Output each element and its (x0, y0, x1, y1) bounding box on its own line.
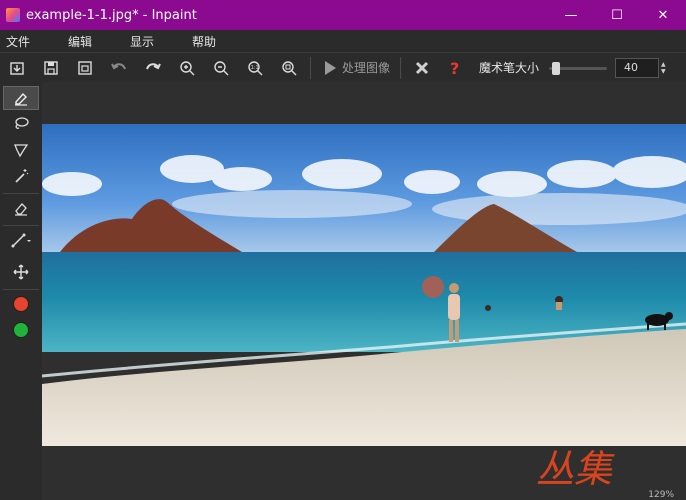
fit-window-button[interactable] (272, 54, 306, 82)
save-button[interactable] (34, 54, 68, 82)
tool-divider (3, 289, 39, 290)
process-image-label: 处理图像 (342, 61, 391, 75)
beach-photo-image (42, 124, 686, 446)
undo-icon (111, 62, 126, 69)
zoom-in-icon (180, 60, 195, 75)
lasso-icon (15, 117, 29, 129)
background-color-swatch (13, 322, 29, 338)
close-button[interactable]: ✕ (640, 0, 686, 30)
help-question-icon: ? (450, 59, 459, 77)
brush-size-input[interactable]: 40 (615, 57, 660, 78)
magic-wand-tool[interactable] (3, 164, 39, 188)
save-icon (44, 60, 58, 75)
open-button[interactable] (0, 54, 34, 82)
process-image-button[interactable]: 处理图像 (315, 54, 396, 82)
marker-icon (15, 92, 27, 106)
save-as-icon (78, 60, 92, 75)
line-icon (11, 233, 31, 248)
zoom-in-button[interactable] (170, 54, 204, 82)
actual-size-button[interactable]: 1:1 (238, 54, 272, 82)
open-file-icon (10, 61, 24, 75)
menu-bar: 文件 编辑 显示 帮助 (0, 30, 686, 52)
cancel-button[interactable] (405, 54, 439, 82)
brush-size-label: 魔术笔大小 (479, 61, 540, 75)
toolbar-separator (310, 56, 311, 79)
foreground-color-button[interactable] (3, 292, 39, 316)
menu-edit[interactable]: 编辑 (62, 33, 109, 50)
help-button[interactable]: ? (439, 54, 473, 82)
title-bar: example-1-1.jpg* - Inpaint — ☐ ✕ (0, 0, 686, 30)
menu-file[interactable]: 文件 (0, 33, 47, 50)
polygon-lasso-tool[interactable] (3, 138, 39, 162)
undo-button[interactable] (102, 54, 136, 82)
spin-down-icon[interactable]: ▼ (661, 68, 666, 75)
brush-size-slider[interactable] (549, 61, 608, 75)
main-toolbar: 1:1 处理图像 ? 魔术笔大小 40 ▲ ▼ (0, 52, 686, 82)
zoom-out-icon (214, 60, 229, 75)
menu-help[interactable]: 帮助 (186, 33, 233, 50)
save-as-button[interactable] (68, 54, 102, 82)
tool-panel (0, 82, 42, 500)
tool-divider (3, 193, 39, 194)
eraser-icon (15, 203, 27, 216)
brush-cursor (422, 276, 444, 298)
svg-text:1:1: 1:1 (251, 65, 259, 71)
polygon-lasso-icon (14, 144, 29, 158)
redo-button[interactable] (136, 54, 170, 82)
marker-tool[interactable] (3, 86, 39, 110)
fit-window-icon (282, 60, 297, 75)
actual-size-icon: 1:1 (248, 60, 263, 75)
maximize-button[interactable]: ☐ (594, 0, 640, 30)
spin-up-icon[interactable]: ▲ (661, 61, 666, 68)
play-icon (325, 60, 336, 75)
zoom-out-button[interactable] (204, 54, 238, 82)
slider-handle[interactable] (551, 61, 560, 75)
watermark-text: 丛集 (536, 447, 615, 490)
line-tool[interactable] (3, 228, 39, 252)
watermark-logo: 丛集 (536, 447, 615, 490)
image-canvas[interactable]: 129% (42, 82, 686, 500)
magic-wand-icon (15, 169, 29, 183)
minimize-button[interactable]: — (548, 0, 594, 30)
zoom-level: 129% (648, 490, 674, 500)
move-tool[interactable] (3, 260, 39, 284)
brush-size-spinner[interactable]: ▲ ▼ (661, 61, 666, 75)
svg-text:?: ? (450, 59, 459, 77)
foreground-color-swatch (13, 296, 29, 312)
window-title: example-1-1.jpg* - Inpaint (26, 7, 197, 23)
tool-divider (3, 225, 39, 226)
move-arrows-icon (13, 264, 29, 280)
window-controls: — ☐ ✕ (548, 0, 686, 30)
cancel-x-icon (415, 61, 429, 74)
redo-icon (146, 62, 161, 69)
menu-view[interactable]: 显示 (124, 33, 171, 50)
toolbar-separator (400, 56, 402, 79)
lasso-tool[interactable] (3, 112, 39, 136)
eraser-tool[interactable] (3, 196, 39, 220)
inpaint-logo-icon (6, 8, 20, 22)
beach-photo[interactable] (42, 124, 686, 446)
app-window: example-1-1.jpg* - Inpaint — ☐ ✕ 文件 编辑 显… (0, 0, 686, 500)
background-color-button[interactable] (3, 318, 39, 342)
